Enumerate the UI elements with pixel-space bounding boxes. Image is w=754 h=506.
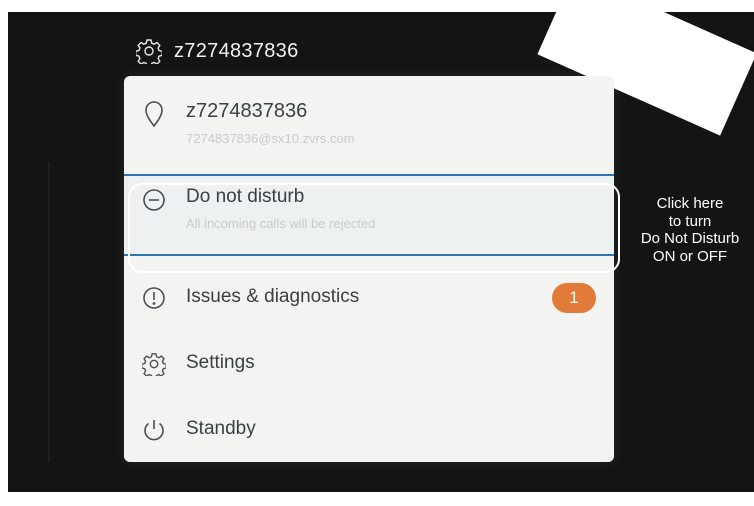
issues-label: Issues & diagnostics <box>186 286 360 307</box>
gear-icon <box>142 352 166 376</box>
user-info-row: z7274837836 7274837836@sx10.zvrs.com <box>124 98 614 158</box>
user-name: z7274837836 <box>186 100 308 122</box>
standby-item[interactable]: Standby <box>124 418 614 458</box>
issues-count-badge: 1 <box>552 283 596 313</box>
dnd-callout-text: Click here to turn Do Not Disturb ON or … <box>626 195 754 265</box>
header-title: z7274837836 <box>174 39 299 62</box>
exclamation-circle-icon <box>142 286 166 310</box>
location-pin-icon <box>142 100 166 128</box>
callout-line: Click here <box>656 195 724 212</box>
callout-line: ON or OFF <box>652 247 728 265</box>
settings-label: Settings <box>186 352 255 373</box>
standby-label: Standby <box>186 418 256 439</box>
settings-item[interactable]: Settings <box>124 352 614 392</box>
dnd-callout-highlight <box>128 183 620 273</box>
callout-line: to turn <box>668 212 712 230</box>
header-bar: z7274837836 <box>136 36 299 66</box>
callout-line: Do Not Disturb <box>640 230 740 247</box>
bezel-edge <box>48 162 50 462</box>
power-icon <box>142 418 166 442</box>
gear-icon[interactable] <box>136 38 162 64</box>
user-address: 7274837836@sx10.zvrs.com <box>186 131 355 146</box>
issues-diagnostics-item[interactable]: Issues & diagnostics 1 <box>124 283 614 326</box>
